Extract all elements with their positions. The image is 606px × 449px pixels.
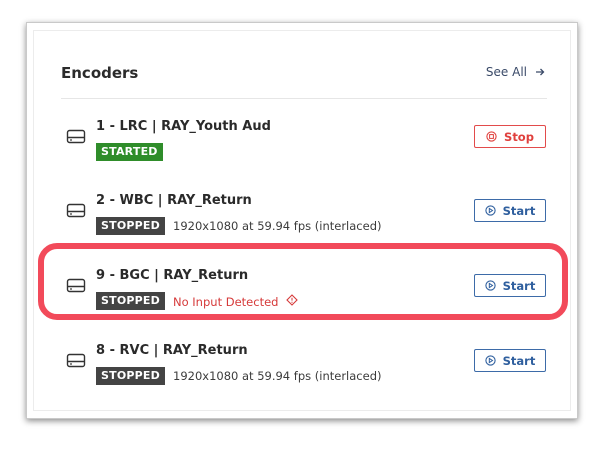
status-badge: STARTED <box>96 143 163 161</box>
encoder-device-icon <box>66 203 86 222</box>
encoders-window: Encoders See All 1 - LRC | RAY_Youth Aud… <box>26 22 578 419</box>
arrow-right-icon <box>535 67 545 77</box>
encoder-row: 9 - BGC | RAY_Return STOPPED No Input De… <box>34 256 572 330</box>
status-badge: STOPPED <box>96 217 165 235</box>
play-circle-icon <box>484 355 496 366</box>
play-circle-icon <box>484 280 496 291</box>
encoder-resolution-text: 1920x1080 at 59.94 fps (interlaced) <box>173 219 382 233</box>
status-badge: STOPPED <box>96 292 165 310</box>
see-all-link[interactable]: See All <box>486 65 545 79</box>
status-badge: STOPPED <box>96 367 165 385</box>
see-all-label: See All <box>485 65 527 79</box>
encoders-card: Encoders See All 1 - LRC | RAY_Youth Aud… <box>33 30 571 411</box>
encoder-name[interactable]: 1 - LRC | RAY_Youth Aud <box>96 119 271 134</box>
encoder-row: 8 - RVC | RAY_Return STOPPED 1920x1080 a… <box>34 331 572 405</box>
encoders-header: Encoders See All <box>61 58 547 99</box>
play-circle-icon <box>484 205 496 216</box>
encoder-resolution: 1920x1080 at 59.94 fps (interlaced) <box>173 369 382 383</box>
start-button-label: Start <box>502 278 536 293</box>
start-button-label: Start <box>502 203 536 218</box>
encoder-error: No Input Detected <box>173 294 299 309</box>
encoder-name[interactable]: 9 - BGC | RAY_Return <box>96 268 248 283</box>
encoder-row: 2 - WBC | RAY_Return STOPPED 1920x1080 a… <box>34 181 572 255</box>
encoder-row: 1 - LRC | RAY_Youth Aud STARTED Stop <box>34 107 572 181</box>
stop-circle-icon <box>486 131 497 142</box>
start-button[interactable]: Start <box>474 199 546 222</box>
encoder-name[interactable]: 2 - WBC | RAY_Return <box>96 193 252 208</box>
encoder-resolution-text: 1920x1080 at 59.94 fps (interlaced) <box>173 369 382 383</box>
stop-button[interactable]: Stop <box>474 125 546 148</box>
encoder-device-icon <box>66 129 86 148</box>
encoder-device-icon <box>66 353 86 372</box>
start-button[interactable]: Start <box>474 274 546 297</box>
stop-button-label: Stop <box>504 129 534 144</box>
encoder-device-icon <box>66 278 86 297</box>
panel-title: Encoders <box>61 64 139 82</box>
encoder-resolution: 1920x1080 at 59.94 fps (interlaced) <box>173 219 382 233</box>
start-button[interactable]: Start <box>474 349 546 372</box>
encoder-name[interactable]: 8 - RVC | RAY_Return <box>96 343 248 358</box>
warning-diamond-icon <box>286 294 299 309</box>
start-button-label: Start <box>502 353 536 368</box>
no-input-text: No Input Detected <box>173 294 279 309</box>
